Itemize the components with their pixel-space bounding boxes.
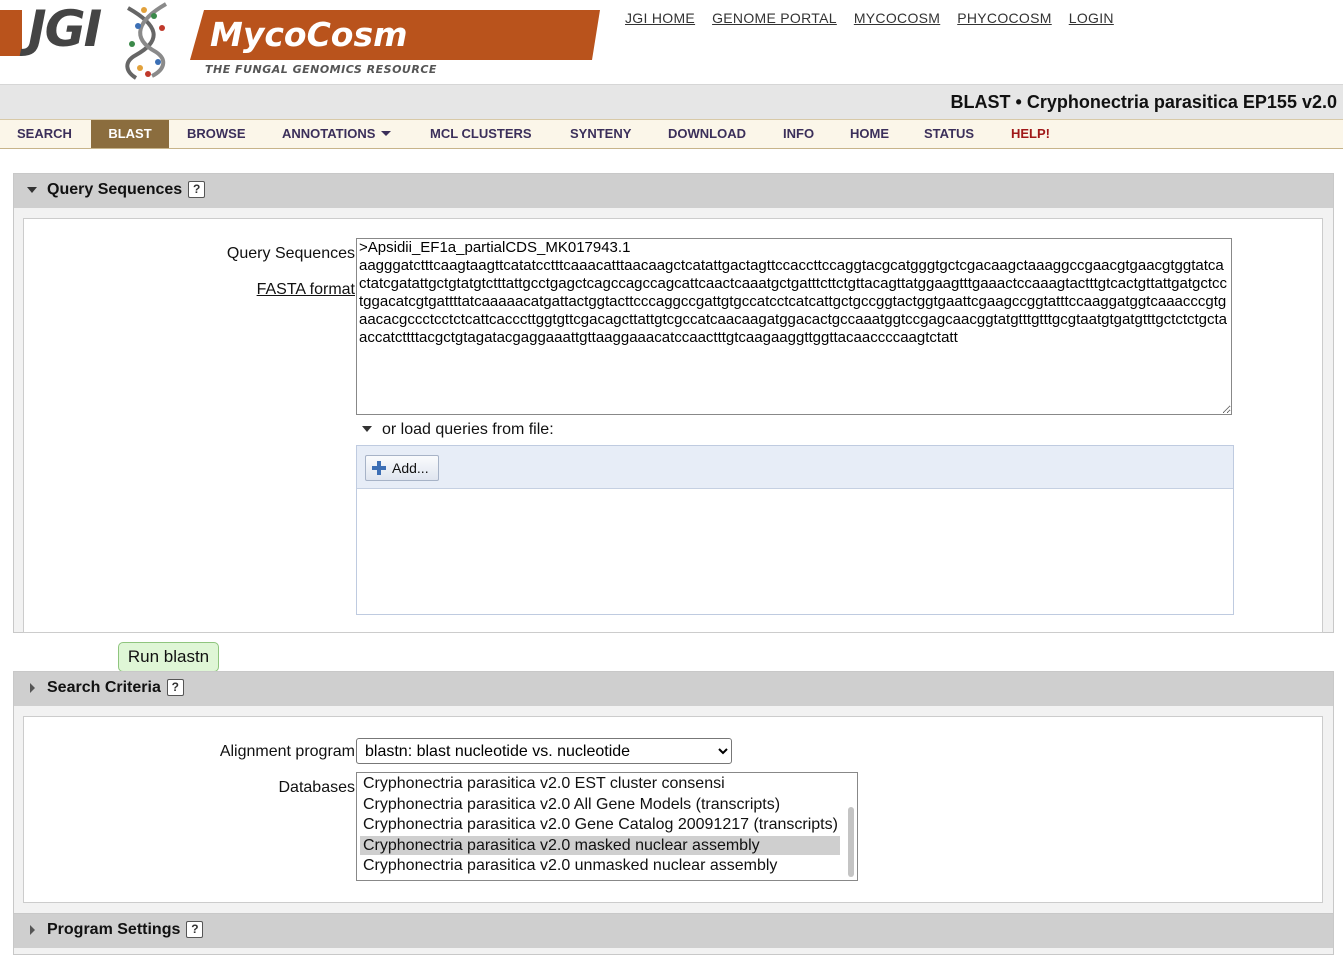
add-file-button[interactable]: Add... (365, 455, 439, 481)
database-option-selected[interactable]: Cryphonectria parasitica v2.0 masked nuc… (360, 836, 840, 855)
mycocosm-link[interactable]: MYCOCOSM (854, 10, 940, 26)
add-file-label: Add... (392, 460, 429, 476)
query-sequences-header[interactable]: Query Sequences? (14, 174, 1333, 208)
search-criteria-title-text: Search Criteria (47, 679, 161, 696)
program-settings-header[interactable]: Program Settings? (14, 914, 1333, 948)
database-option[interactable]: Cryphonectria parasitica v2.0 All Gene M… (360, 795, 840, 814)
login-link[interactable]: LOGIN (1069, 10, 1114, 26)
nav-synteny[interactable]: SYNTENY (570, 120, 631, 148)
database-option[interactable]: Cryphonectria parasitica v2.0 EST cluste… (360, 774, 840, 793)
search-criteria-header[interactable]: Search Criteria? (14, 672, 1333, 706)
query-sequence-input[interactable]: >Apsidii_EF1a_partialCDS_MK017943.1 aagg… (356, 238, 1232, 415)
dna-helix-icon (125, 2, 167, 80)
nav-download[interactable]: DOWNLOAD (668, 120, 746, 148)
program-settings-title-text: Program Settings (47, 921, 181, 938)
help-icon[interactable]: ? (166, 679, 184, 696)
databases-label: Databases (278, 779, 356, 796)
main-nav: SEARCH BLAST BROWSE ANNOTATIONS MCL CLUS… (0, 119, 1343, 149)
genome-portal-link[interactable]: GENOME PORTAL (712, 10, 837, 26)
fasta-format-link-text: FASTA format (256, 281, 355, 298)
database-option[interactable]: Cryphonectria parasitica v2.0 Gene Catal… (360, 815, 840, 834)
databases-listbox[interactable]: Cryphonectria parasitica v2.0 EST cluste… (356, 772, 858, 881)
program-settings-panel: Program Settings? (13, 913, 1334, 955)
mycocosm-tagline: THE FUNGAL GENOMICS RESOURCE (205, 63, 437, 76)
nav-search[interactable]: SEARCH (17, 120, 72, 148)
page-title-bar: BLAST • Cryphonectria parasitica EP155 v… (0, 84, 1343, 119)
nav-annotations[interactable]: ANNOTATIONS (282, 120, 392, 148)
site-header: JGI MycoCosm THE FUNGAL GENOMICS RESOURC… (0, 0, 1343, 84)
collapse-triangle-icon (362, 426, 372, 432)
top-links: JGI HOME GENOME PORTAL MYCOCOSM PHYCOCOS… (625, 10, 1114, 26)
uploader-toolbar: Add... (357, 446, 1233, 489)
nav-info[interactable]: INFO (783, 120, 814, 148)
nav-help[interactable]: HELP! (1011, 120, 1050, 148)
database-option[interactable]: Cryphonectria parasitica v2.0 unmasked n… (360, 856, 840, 875)
search-criteria-title: Search Criteria? (47, 679, 184, 697)
expand-triangle-icon (30, 925, 35, 935)
nav-mcl-clusters[interactable]: MCL CLUSTERS (430, 120, 532, 148)
help-icon[interactable]: ? (188, 181, 206, 198)
file-uploader: Add... (356, 445, 1234, 615)
query-sequences-label: Query Sequences (226, 245, 355, 262)
run-blastn-button[interactable]: Run blastn (118, 642, 219, 672)
nav-annotations-label: ANNOTATIONS (282, 126, 376, 141)
databases-scrollbar[interactable] (848, 807, 854, 877)
nav-home[interactable]: HOME (850, 120, 889, 148)
query-sequences-title: Query Sequences? (47, 181, 206, 199)
jgi-logo-bar (0, 10, 22, 56)
alignment-program-select[interactable]: blastn: blast nucleotide vs. nucleotide (356, 738, 732, 764)
chevron-down-icon (381, 131, 392, 136)
plus-icon (372, 461, 386, 475)
collapse-triangle-icon (27, 187, 37, 193)
load-from-file-label: or load queries from file: (382, 421, 554, 438)
load-from-file-toggle[interactable]: or load queries from file: (362, 421, 554, 439)
program-settings-title: Program Settings? (47, 921, 204, 939)
fasta-format-link[interactable]: FASTA format (200, 281, 355, 299)
nav-blast[interactable]: BLAST (91, 120, 169, 148)
jgi-logo[interactable]: JGI (28, 0, 102, 58)
query-sequences-title-text: Query Sequences (47, 181, 183, 198)
page-title: BLAST • Cryphonectria parasitica EP155 v… (950, 92, 1337, 112)
nav-status[interactable]: STATUS (924, 120, 974, 148)
nav-browse[interactable]: BROWSE (187, 120, 246, 148)
expand-triangle-icon (30, 683, 35, 693)
alignment-program-label: Alignment program (219, 743, 355, 760)
mycocosm-logo[interactable]: MycoCosm (210, 15, 408, 54)
phycocosm-link[interactable]: PHYCOCOSM (957, 10, 1052, 26)
help-icon[interactable]: ? (186, 921, 204, 938)
jgi-home-link[interactable]: JGI HOME (625, 10, 695, 26)
